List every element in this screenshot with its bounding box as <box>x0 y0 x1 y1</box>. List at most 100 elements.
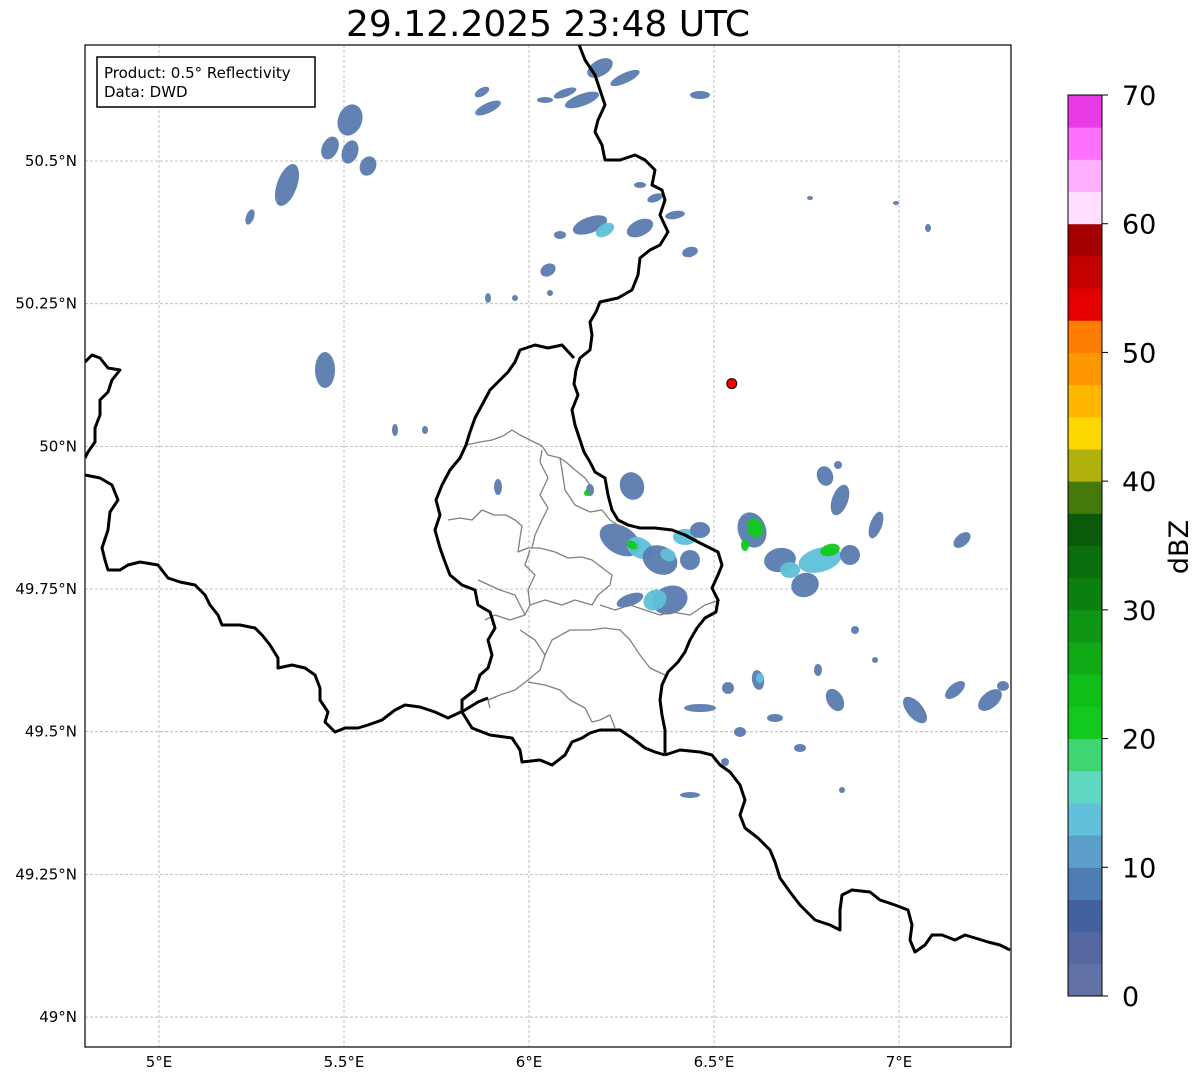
reflectivity-echo <box>359 156 377 176</box>
reflectivity-echo <box>626 218 654 238</box>
reflectivity-echo <box>537 97 553 103</box>
canton-boundaries <box>447 429 721 729</box>
colorbar-swatch <box>1068 963 1102 997</box>
colorbar-swatch <box>1068 352 1102 386</box>
colorbar-tick-label: 10 <box>1122 853 1156 884</box>
lat-tick-label: 50°N <box>39 437 77 455</box>
info-product: Product: 0.5° Reflectivity <box>104 64 291 82</box>
reflectivity-echo <box>834 461 842 469</box>
colorbar-swatch <box>1068 384 1102 418</box>
reflectivity-echo <box>780 562 800 578</box>
colorbar-swatch <box>1068 191 1102 225</box>
reflectivity-echo <box>814 664 822 676</box>
colorbar-swatch <box>1068 416 1102 450</box>
reflectivity-echo <box>474 86 490 98</box>
colorbar-tick-label: 20 <box>1122 725 1156 756</box>
radar-site-marker <box>726 378 738 390</box>
reflectivity-echo <box>634 182 646 188</box>
reflectivity-echo <box>945 681 965 699</box>
reflectivity-echo <box>512 295 518 301</box>
colorbar-swatch <box>1068 674 1102 707</box>
colorbar-tick-label: 40 <box>1122 467 1156 498</box>
reflectivity-echo <box>807 196 813 200</box>
colorbar-swatch <box>1068 770 1102 804</box>
reflectivity-echo <box>680 550 700 570</box>
colorbar-swatch <box>1068 448 1102 482</box>
reflectivity-echo <box>647 193 663 203</box>
info-box: Product: 0.5° Reflectivity Data: DWD <box>96 56 316 108</box>
reflectivity-echo <box>341 140 359 164</box>
reflectivity-echo <box>816 466 834 486</box>
colorbar-swatch <box>1068 802 1102 836</box>
reflectivity-echo <box>690 522 710 538</box>
national-borders <box>85 45 1011 954</box>
colorbar-swatch <box>1068 513 1102 546</box>
reflectivity-echo <box>616 592 644 608</box>
reflectivity-echo <box>756 673 764 683</box>
colorbar-swatch <box>1068 642 1102 675</box>
axis-tick-labels: 5°E 5.5°E 6°E 6.5°E 7°E 50.5°N 50.25°N 50°N 49.7… <box>15 152 912 1071</box>
colorbar-swatch <box>1068 288 1102 321</box>
reflectivity-echo <box>494 479 502 495</box>
reflectivity-echo <box>794 744 806 752</box>
colorbar-swatch <box>1068 545 1102 579</box>
reflectivity-echo <box>554 231 566 239</box>
reflectivity-echo <box>741 539 749 551</box>
reflectivity-echo <box>584 490 590 496</box>
reflectivity-echo <box>684 704 716 712</box>
colorbar-tick-label: 60 <box>1122 210 1156 241</box>
colorbar-swatch <box>1068 481 1102 514</box>
reflectivity-echo <box>547 290 553 296</box>
reflectivity-echo <box>337 104 363 136</box>
reflectivity-echo <box>315 352 335 388</box>
colorbar-swatch <box>1068 223 1102 257</box>
reflectivity-echo <box>872 657 878 663</box>
reflectivity-echo <box>690 91 710 99</box>
reflectivity-echo <box>868 511 884 539</box>
reflectivity-echo <box>422 426 428 434</box>
graticule <box>85 45 1011 1047</box>
reflectivity-echo <box>722 682 734 694</box>
reflectivity-echoes <box>245 58 1009 798</box>
reflectivity-echo <box>475 100 501 116</box>
reflectivity-echo <box>245 209 255 225</box>
lat-tick-label: 49.5°N <box>25 723 77 741</box>
reflectivity-echo <box>619 472 645 500</box>
reflectivity-echo <box>839 787 845 793</box>
colorbar-swatch <box>1068 738 1102 772</box>
reflectivity-echo <box>893 201 899 205</box>
reflectivity-echo <box>392 424 398 436</box>
lat-tick-label: 49.75°N <box>15 580 77 598</box>
reflectivity-echo <box>274 164 300 206</box>
colorbar-swatch <box>1068 255 1102 289</box>
lat-tick-label: 50.25°N <box>15 295 77 313</box>
lat-tick-label: 49°N <box>39 1008 77 1026</box>
colorbar-swatch <box>1068 577 1102 611</box>
colorbar-swatch <box>1068 127 1102 160</box>
lon-tick-label: 5°E <box>146 1053 173 1071</box>
reflectivity-echo <box>680 792 700 798</box>
colorbar-tick-label: 30 <box>1122 596 1156 627</box>
reflectivity-echo <box>851 626 859 634</box>
radar-map: Product: 0.5° Reflectivity Data: DWD 5°E… <box>15 44 1195 1071</box>
reflectivity-echo <box>321 136 339 160</box>
reflectivity-echo <box>540 263 556 277</box>
reflectivity-echo <box>840 545 860 565</box>
reflectivity-echo <box>825 688 845 712</box>
colorbar-swatch <box>1068 159 1102 193</box>
reflectivity-echo <box>953 532 971 548</box>
colorbar-swatch <box>1068 320 1102 353</box>
reflectivity-echo <box>610 69 640 87</box>
colorbar-swatch <box>1068 931 1102 965</box>
lat-tick-label: 50.5°N <box>25 152 77 170</box>
colorbar-tick-label: 50 <box>1122 338 1156 369</box>
reflectivity-echo <box>903 696 927 724</box>
colorbar-swatch <box>1068 706 1102 740</box>
colorbar-swatch <box>1068 835 1102 868</box>
colorbar-swatch <box>1068 609 1102 643</box>
plot-frame <box>84 44 1012 1048</box>
reflectivity-echo <box>665 210 685 220</box>
reflectivity-echo <box>767 714 783 722</box>
colorbar-swatch <box>1068 899 1102 933</box>
reflectivity-echo <box>485 293 491 303</box>
